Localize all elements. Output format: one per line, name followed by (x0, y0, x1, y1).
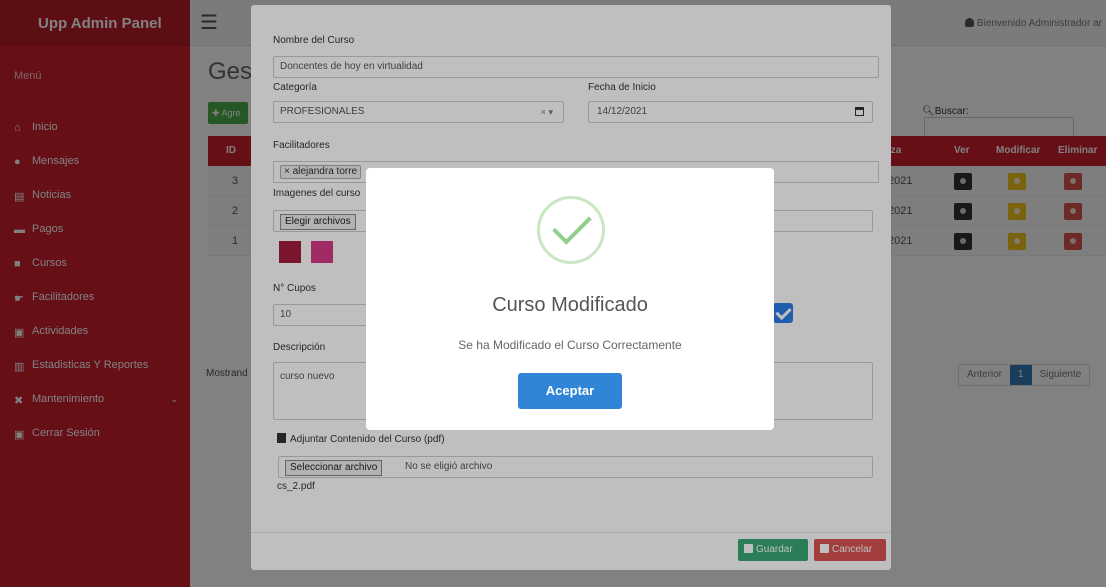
success-check-icon (537, 196, 605, 264)
success-alert: Curso Modificado Se ha Modificado el Cur… (366, 168, 774, 430)
accept-button[interactable]: Aceptar (518, 373, 622, 409)
alert-message: Se ha Modificado el Curso Correctamente (458, 338, 682, 352)
alert-title: Curso Modificado (492, 294, 648, 316)
